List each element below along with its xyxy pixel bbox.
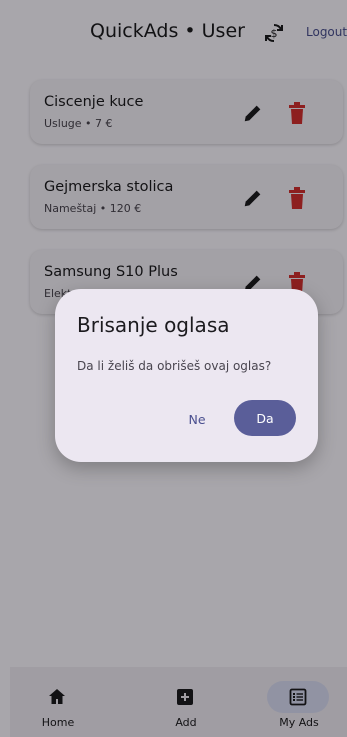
cancel-button[interactable]: Ne [175, 401, 219, 437]
dialog-title: Brisanje oglasa [77, 313, 230, 337]
app-screen: QuickAds • User $ Logout Ciscenje kuce U… [0, 0, 347, 737]
confirm-delete-button[interactable]: Da [234, 400, 296, 436]
dialog-message: Da li želiš da obrišeš ovaj oglas? [77, 359, 272, 373]
delete-confirm-dialog: Brisanje oglasa Da li želiš da obrišeš o… [55, 289, 318, 462]
